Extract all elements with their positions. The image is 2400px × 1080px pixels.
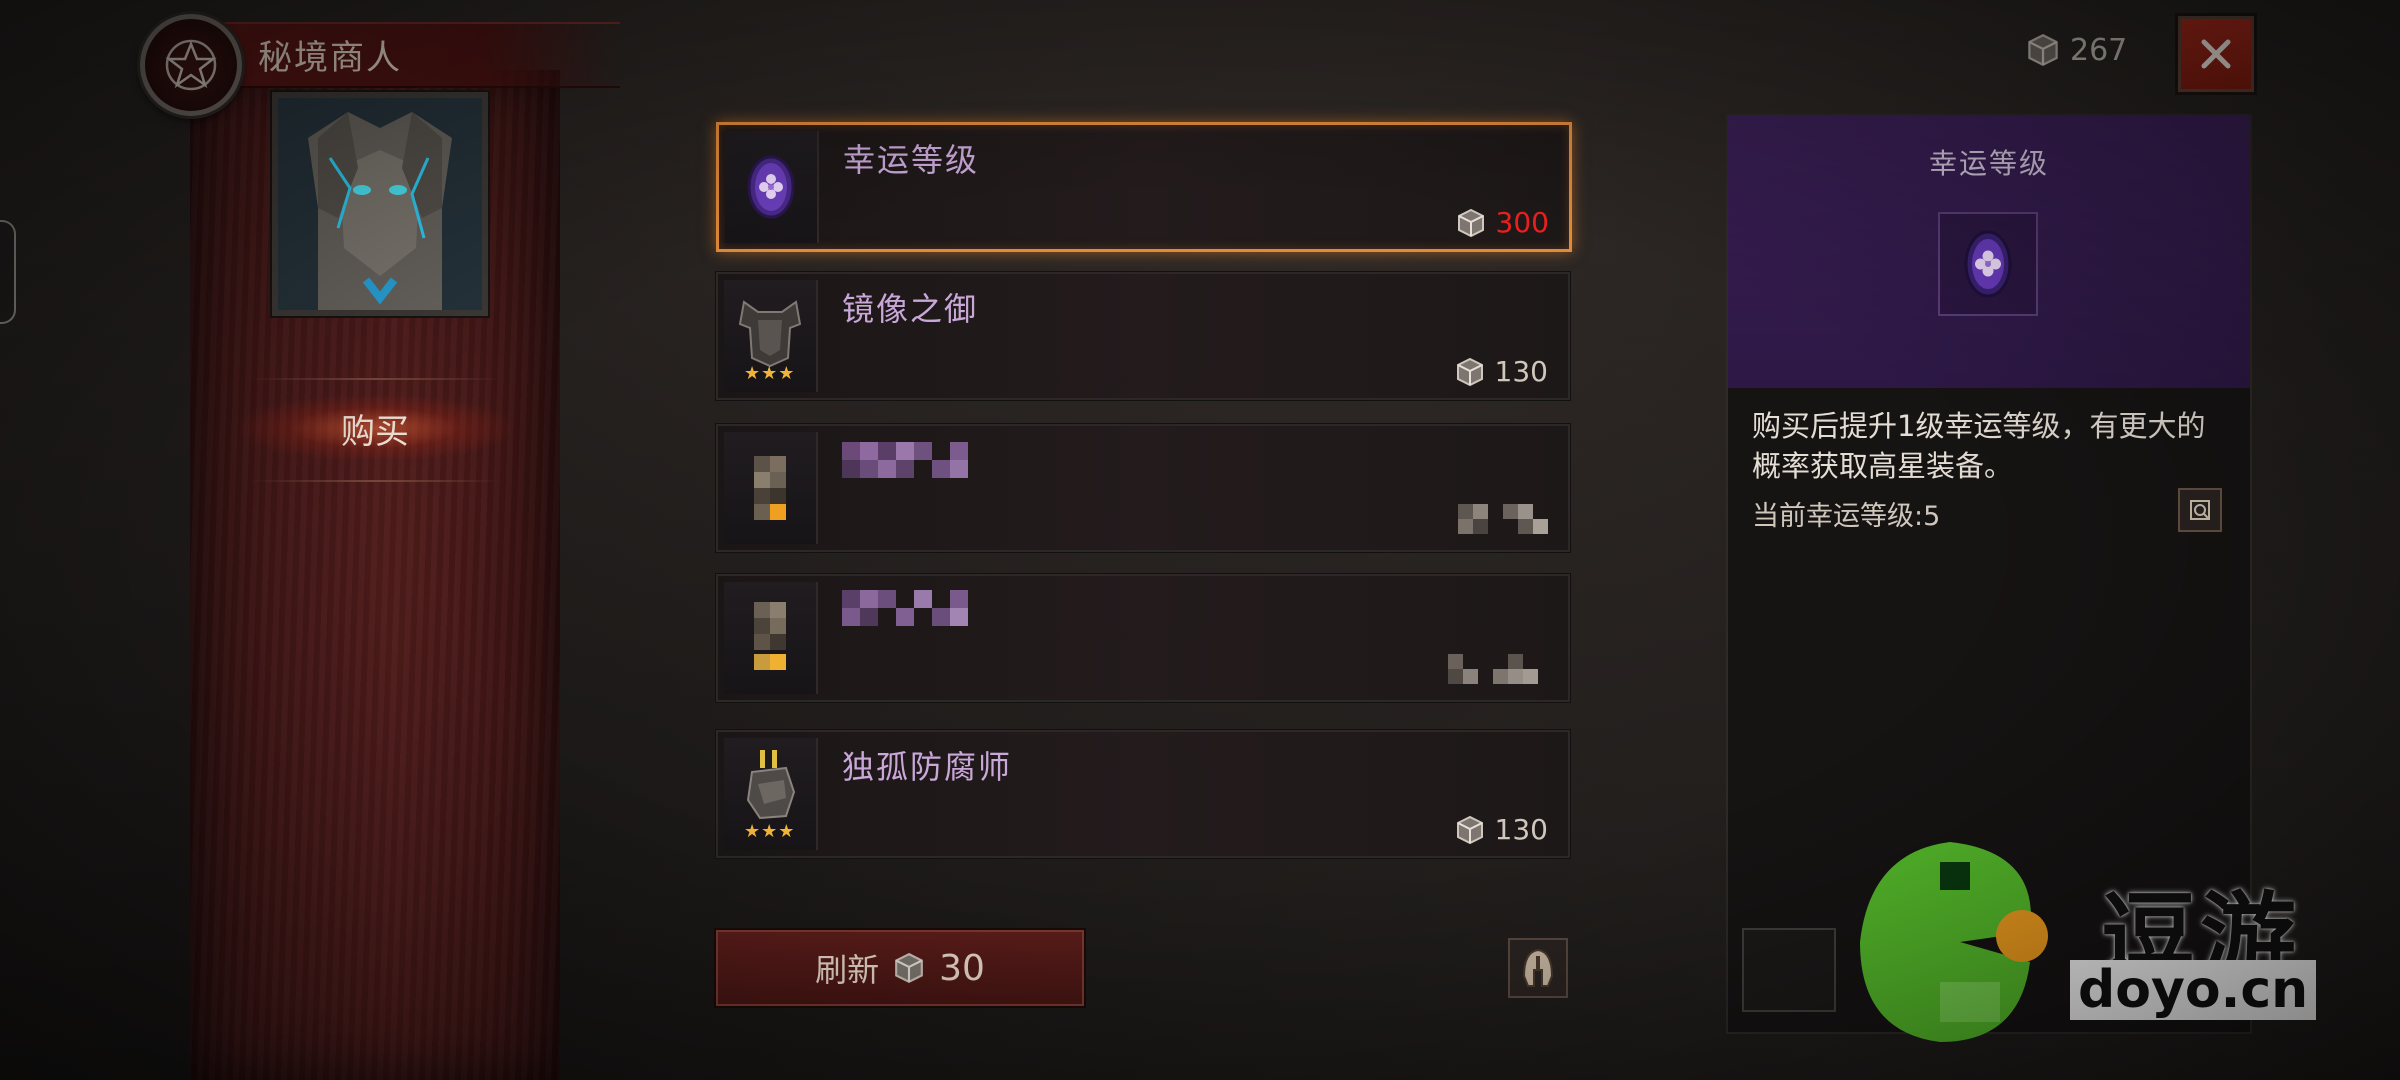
detail-current-level: 当前幸运等级:5 [1752,501,1941,532]
item-price-value: 130 [1494,813,1548,846]
detail-action-slot[interactable] [1742,928,1836,1012]
crate-icon [893,952,925,984]
item-name: 镜像之御 [842,290,979,328]
watermark-logo [1840,832,2060,1056]
merchant-portrait [272,92,488,316]
banner-divider [250,480,500,482]
crate-icon [1455,357,1485,387]
currency-amount: 267 [2070,32,2128,68]
pixelated-item-name [842,442,992,482]
close-button[interactable] [2178,16,2254,92]
item-name: 独孤防腐师 [842,748,1013,786]
item-price: 300 [1456,206,1549,239]
armor-chest-icon: ★★★ [724,280,818,392]
pixelated-item-icon [724,582,818,694]
crate-icon [1455,815,1485,845]
refresh-label: 刷新 [815,951,880,989]
pixelated-item-price [1458,504,1548,538]
refresh-cost: 30 [939,947,985,989]
pixelated-item-icon [724,432,818,544]
item-price-value: 300 [1495,206,1549,239]
shop-item[interactable] [716,424,1570,552]
crate-icon [2026,33,2060,67]
pixelated-item-name [842,590,992,630]
info-scroll-icon[interactable] [2178,488,2222,532]
merchant-screen: 秘境商人 购买 幸运等级 300 ★★★ 镜像之御 130 ★★★ 独孤防腐师 … [0,0,2400,1080]
purple-gem-icon [1938,212,2038,316]
refresh-button[interactable]: 刷新 30 [716,930,1084,1006]
purple-gem-icon [725,131,819,243]
shop-item[interactable]: 幸运等级 300 [716,122,1572,252]
watermark-subtext: doyo.cn [2070,960,2317,1020]
item-price: 130 [1455,813,1548,846]
tab-buy[interactable]: 购买 [240,396,510,460]
item-price: 130 [1455,355,1548,388]
shop-item[interactable]: ★★★ 独孤防腐师 130 [716,730,1570,858]
item-name: 幸运等级 [843,141,980,179]
page-title: 秘境商人 [258,38,402,78]
item-stars: ★★★ [744,821,796,842]
shop-item[interactable]: ★★★ 镜像之御 130 [716,272,1570,400]
pixelated-item-price [1448,654,1548,688]
pentagram-emblem-icon [140,14,242,116]
currency-display: 267 [2026,30,2127,70]
detail-title: 幸运等级 [1928,147,2049,180]
side-drawer-handle[interactable] [0,220,16,324]
item-price-value: 130 [1494,355,1548,388]
banner-divider [250,378,500,380]
item-stars: ★★★ [744,363,796,384]
shop-item[interactable] [716,574,1570,702]
helmet-icon[interactable] [1508,938,1568,998]
gauntlet-icon: ★★★ [724,738,818,850]
crate-icon [1456,208,1486,238]
detail-description: 购买后提升1级幸运等级，有更大的概率获取高星装备。 [1752,409,2206,483]
close-icon [2201,39,2231,69]
